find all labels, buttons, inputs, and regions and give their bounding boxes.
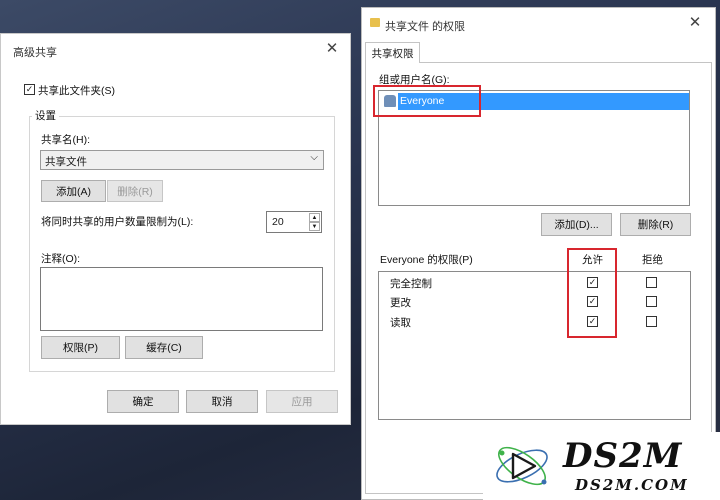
perm-name: 完全控制 — [390, 278, 432, 290]
deny-checkbox[interactable] — [646, 296, 657, 307]
user-limit-label: 将同时共享的用户数量限制为(L): — [41, 216, 194, 228]
permissions-for-label: Everyone 的权限(P) — [380, 254, 473, 266]
comment-label: 注释(O): — [41, 253, 81, 265]
watermark-brand: DS2M — [563, 436, 683, 476]
caching-button[interactable]: 缓存(C) — [125, 336, 203, 359]
highlight-user — [373, 85, 481, 117]
share-folder-checkbox[interactable]: ✓ — [24, 84, 35, 95]
apply-button[interactable]: 应用 — [266, 390, 338, 413]
permissions-button[interactable]: 权限(P) — [41, 336, 120, 359]
logo-icon — [496, 446, 548, 486]
remove-user-button[interactable]: 删除(R) — [620, 213, 691, 236]
deny-checkbox[interactable] — [646, 277, 657, 288]
advanced-sharing-dialog: 高级共享 ✕ ✓ 共享此文件夹(S) 设置 共享名(H): 共享文件 ⌵ 添加(… — [0, 33, 351, 425]
remove-button[interactable]: 删除(R) — [107, 180, 163, 202]
watermark: DS2M DS2M.COM — [483, 432, 720, 500]
add-user-button[interactable]: 添加(D)... — [541, 213, 612, 236]
perm-name: 更改 — [390, 297, 411, 309]
spin-up-icon[interactable]: ▲ — [309, 213, 320, 222]
user-limit-spinner[interactable]: 20 ▲ ▼ — [266, 211, 322, 233]
tab-label: 共享权限 — [371, 47, 414, 60]
permissions-dialog: 共享文件 的权限 ✕ 共享权限 组或用户名(G): Everyone 添加(D)… — [361, 7, 716, 500]
share-name-label: 共享名(H): — [41, 134, 90, 146]
settings-label: 设置 — [32, 108, 59, 123]
perm-name: 读取 — [390, 317, 411, 329]
watermark-url: DS2M.COM — [575, 476, 689, 494]
deny-checkbox[interactable] — [646, 316, 657, 327]
close-icon[interactable]: ✕ — [685, 12, 705, 32]
share-name-dropdown[interactable]: 共享文件 ⌵ — [40, 150, 324, 170]
folder-icon — [370, 18, 380, 27]
dialog-title: 高级共享 — [13, 47, 57, 59]
chevron-down-icon: ⌵ — [310, 152, 318, 163]
cancel-button[interactable]: 取消 — [186, 390, 258, 413]
ok-button[interactable]: 确定 — [107, 390, 179, 413]
close-icon[interactable]: ✕ — [322, 38, 342, 58]
comment-textarea[interactable] — [40, 267, 323, 331]
tab-share-permissions[interactable]: 共享权限 — [365, 42, 420, 63]
deny-header: 拒绝 — [642, 254, 663, 266]
permissions-table — [378, 271, 691, 420]
dialog-title: 共享文件 的权限 — [385, 21, 466, 33]
user-limit-value: 20 — [272, 216, 284, 228]
add-button[interactable]: 添加(A) — [41, 180, 106, 202]
spin-down-icon[interactable]: ▼ — [309, 222, 320, 231]
highlight-allow-column — [567, 248, 617, 338]
share-folder-label: 共享此文件夹(S) — [38, 85, 115, 97]
share-name-value: 共享文件 — [45, 156, 87, 168]
